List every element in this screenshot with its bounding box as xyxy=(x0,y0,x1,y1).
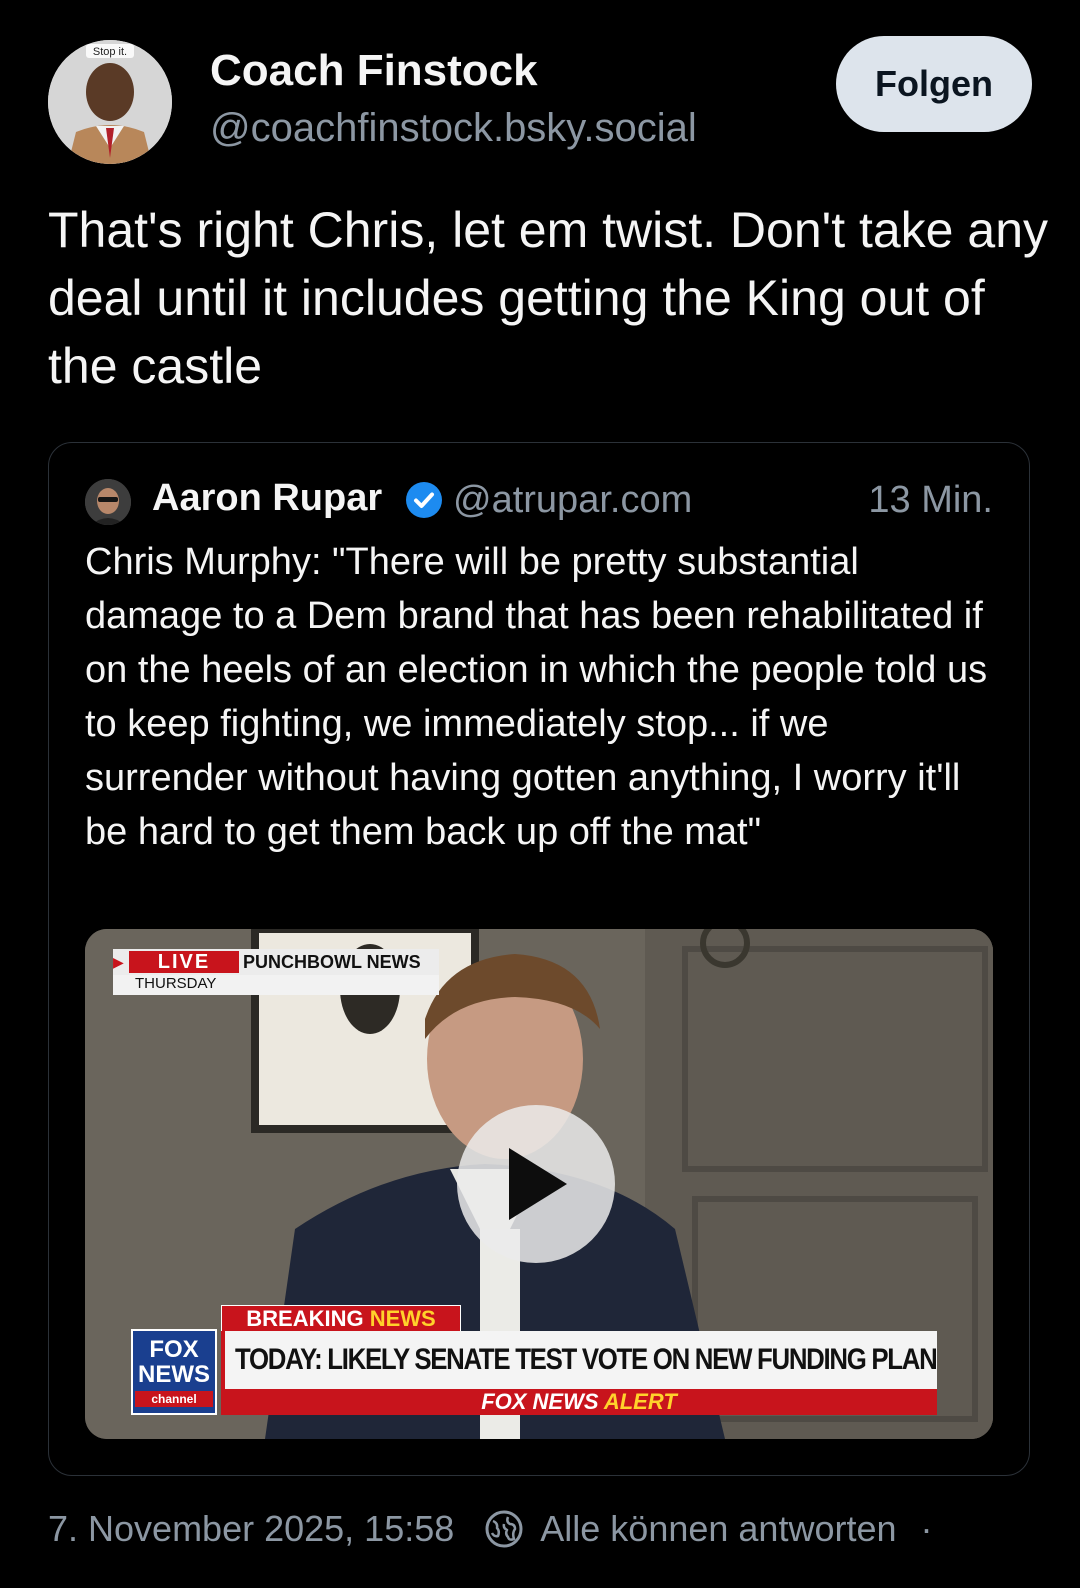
network-line1: FOX xyxy=(149,1336,199,1363)
quoted-author-handle[interactable]: @atrupar.com xyxy=(453,479,692,522)
author-handle[interactable]: @coachfinstock.bsky.social xyxy=(210,106,697,151)
live-bug: ▶ LIVE PUNCHBOWL NEWS THURSDAY xyxy=(113,949,439,995)
verified-badge-icon xyxy=(406,482,442,518)
day-label: THURSDAY xyxy=(135,975,217,992)
quoted-post-time: 13 Min. xyxy=(868,479,993,521)
video-thumbnail[interactable]: ▶ LIVE PUNCHBOWL NEWS THURSDAY BREAKING … xyxy=(85,929,993,1439)
quoted-post[interactable]: Aaron Rupar @atrupar.com 13 Min. Chris M… xyxy=(48,442,1030,1476)
alert-label-1: FOX NEWS xyxy=(481,1389,599,1414)
quoted-author-avatar[interactable] xyxy=(85,479,131,525)
quoted-author-name[interactable]: Aaron Rupar xyxy=(152,477,382,520)
headline-banner: TODAY: LIKELY SENATE TEST VOTE ON NEW FU… xyxy=(221,1331,938,1389)
avatar-caption: Stop it. xyxy=(93,46,127,58)
post-footer: 7. November 2025, 15:58 Alle können antw… xyxy=(48,1508,933,1550)
follow-button[interactable]: Folgen xyxy=(836,36,1032,132)
author-name[interactable]: Coach Finstock xyxy=(210,46,538,96)
network-logo: FOX NEWS channel xyxy=(131,1329,217,1415)
post-date: 7. November 2025, 15:58 xyxy=(48,1508,455,1549)
source-label: PUNCHBOWL NEWS xyxy=(243,952,421,972)
alert-label-2: ALERT xyxy=(603,1389,677,1414)
alert-banner: FOX NEWS ALERT xyxy=(221,1389,937,1415)
breaking-news-banner: BREAKING NEWS xyxy=(221,1305,461,1333)
headline-text: TODAY: LIKELY SENATE TEST VOTE ON NEW FU… xyxy=(235,1343,938,1376)
quoted-post-text: Chris Murphy: "There will be pretty subs… xyxy=(85,541,988,853)
globe-icon xyxy=(485,1510,523,1548)
play-icon xyxy=(509,1148,567,1220)
post-text: That's right Chris, let em twist. Don't … xyxy=(48,202,1048,394)
author-avatar[interactable]: Stop it. xyxy=(48,40,172,164)
separator-dot: · xyxy=(920,1508,933,1549)
play-button[interactable] xyxy=(457,1105,615,1263)
network-line3: channel xyxy=(135,1391,213,1407)
live-label: LIVE xyxy=(129,951,239,973)
breaking-label: BREAKING xyxy=(246,1306,364,1331)
news-label: NEWS xyxy=(369,1306,436,1331)
network-line2: NEWS xyxy=(138,1361,210,1388)
reply-setting[interactable]: Alle können antworten xyxy=(540,1508,896,1550)
